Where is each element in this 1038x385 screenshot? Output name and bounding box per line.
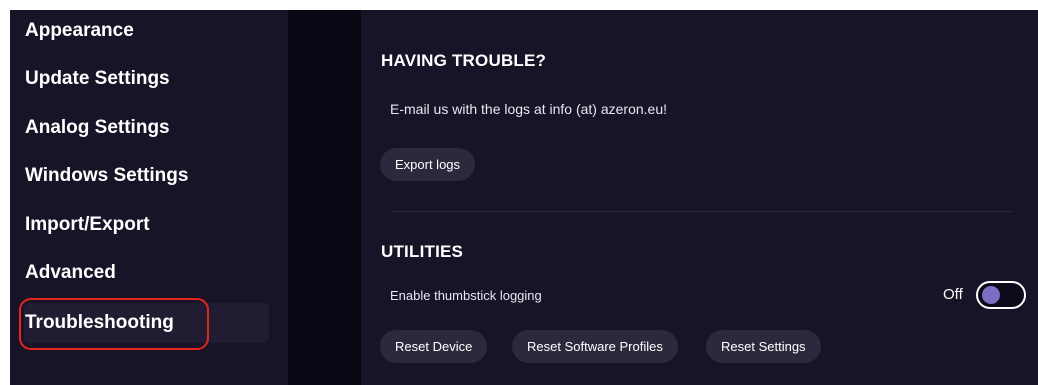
section-title-having-trouble: HAVING TROUBLE? [381, 51, 547, 70]
sidebar-gutter [288, 10, 361, 385]
reset-device-button[interactable]: Reset Device [380, 330, 488, 363]
thumbstick-logging-label: Enable thumbstick logging [390, 288, 542, 303]
support-email-text: E-mail us with the logs at info (at) aze… [390, 101, 668, 117]
sidebar-item-appearance[interactable]: Appearance [25, 12, 134, 50]
sidebar-item-analog-settings[interactable]: Analog Settings [25, 109, 170, 147]
sidebar-item-label: Windows Settings [25, 165, 189, 186]
section-title-utilities: UTILITIES [381, 242, 464, 261]
reset-settings-button[interactable]: Reset Settings [706, 330, 821, 363]
sidebar-item-label: Analog Settings [25, 117, 170, 138]
toggle-state-label: Off [943, 286, 963, 303]
sidebar-item-label: Troubleshooting [25, 312, 174, 333]
toggle-knob [982, 286, 1000, 304]
thumbstick-logging-toggle[interactable] [976, 281, 1026, 309]
sidebar-item-label: Advanced [25, 262, 116, 283]
sidebar-item-troubleshooting[interactable]: Troubleshooting [25, 304, 174, 342]
sidebar-item-label: Update Settings [25, 68, 170, 89]
sidebar-item-import-export[interactable]: Import/Export [25, 206, 150, 244]
export-logs-button[interactable]: Export logs [380, 148, 476, 181]
sidebar-item-label: Import/Export [25, 214, 150, 235]
section-divider [392, 211, 1012, 212]
sidebar-item-windows-settings[interactable]: Windows Settings [25, 157, 188, 195]
sidebar-item-label: Appearance [25, 20, 134, 41]
sidebar-item-advanced[interactable]: Advanced [25, 254, 116, 292]
sidebar-item-update-settings[interactable]: Update Settings [25, 60, 170, 98]
reset-software-profiles-button[interactable]: Reset Software Profiles [512, 330, 678, 363]
